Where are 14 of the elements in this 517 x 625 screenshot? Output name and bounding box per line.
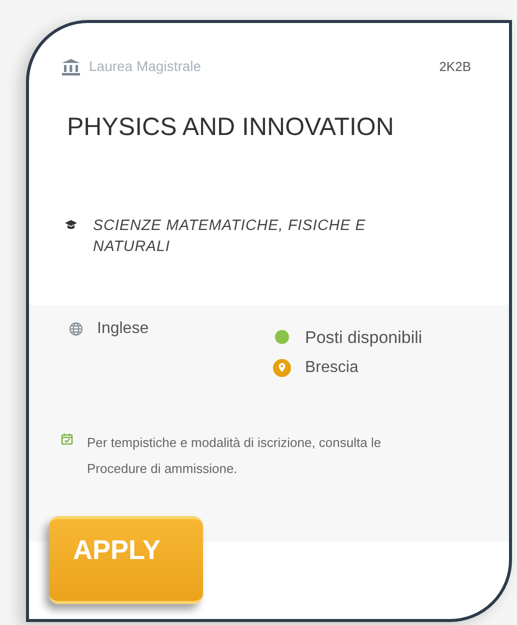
- admission-note: Per tempistiche e modalità di iscrizione, consulta le Procedure di ammissione.: [87, 434, 382, 478]
- globe-icon: [69, 322, 83, 336]
- location-label: Brescia: [305, 358, 358, 378]
- graduation-cap-icon: [65, 220, 77, 230]
- course-title: PHYSICS AND INNOVATION: [66, 112, 395, 143]
- bank-icon: [61, 58, 81, 76]
- degree-type: Laurea Magistrale: [89, 57, 202, 76]
- language-label: Inglese: [97, 318, 149, 338]
- faculty-name: SCIENZE MATEMATICHE, FISICHE E NATURALI: [93, 216, 367, 256]
- apply-button[interactable]: APPLY: [49, 516, 203, 604]
- course-code: 2K2B: [439, 58, 471, 76]
- location-pin-icon: [273, 359, 291, 377]
- calendar-icon: [61, 433, 73, 445]
- availability-label: Posti disponibili: [305, 326, 422, 348]
